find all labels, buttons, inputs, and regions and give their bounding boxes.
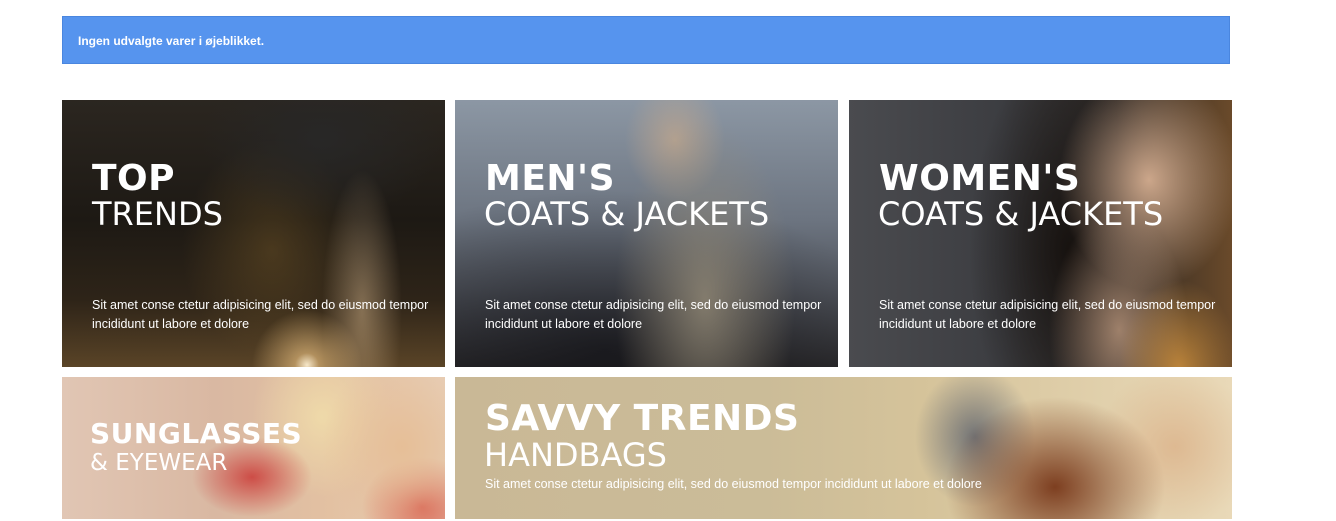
banner-sunglasses-eyewear[interactable]: SUNGLASSES & EYEWEAR [62,377,445,519]
banner-subtitle: HANDBAGS [484,436,667,474]
banner-title: TOP [92,158,176,199]
banner-title: SAVVY TRENDS [485,398,800,439]
banner-description: Sit amet conse ctetur adipisicing elit, … [485,477,982,491]
banner-description: Sit amet conse ctetur adipisicing elit, … [879,298,1216,331]
banner-title: SUNGLASSES [90,417,303,450]
banner-womens-coats-jackets[interactable]: WOMEN'S COATS & JACKETS Sit amet conse c… [849,100,1232,367]
banner-subtitle: TRENDS [92,195,223,233]
banner-subtitle: COATS & JACKETS [484,195,770,233]
banner-top-trends[interactable]: TOP TRENDS Sit amet conse ctetur adipisi… [62,100,445,367]
banner-description: Sit amet conse ctetur adipisicing elit, … [92,298,429,331]
banner-mens-coats-jackets[interactable]: MEN'S COATS & JACKETS Sit amet conse cte… [455,100,838,367]
banner-subtitle: COATS & JACKETS [878,195,1164,233]
banner-title: WOMEN'S [879,158,1081,199]
banner-savvy-trends-handbags[interactable]: SAVVY TRENDS HANDBAGS Sit amet conse cte… [455,377,1232,519]
banner-subtitle: & EYEWEAR [90,450,228,476]
banner-description: Sit amet conse ctetur adipisicing elit, … [485,298,822,331]
no-selected-items-notice: Ingen udvalgte varer i øjeblikket. [62,16,1230,64]
banner-title: MEN'S [485,158,615,199]
